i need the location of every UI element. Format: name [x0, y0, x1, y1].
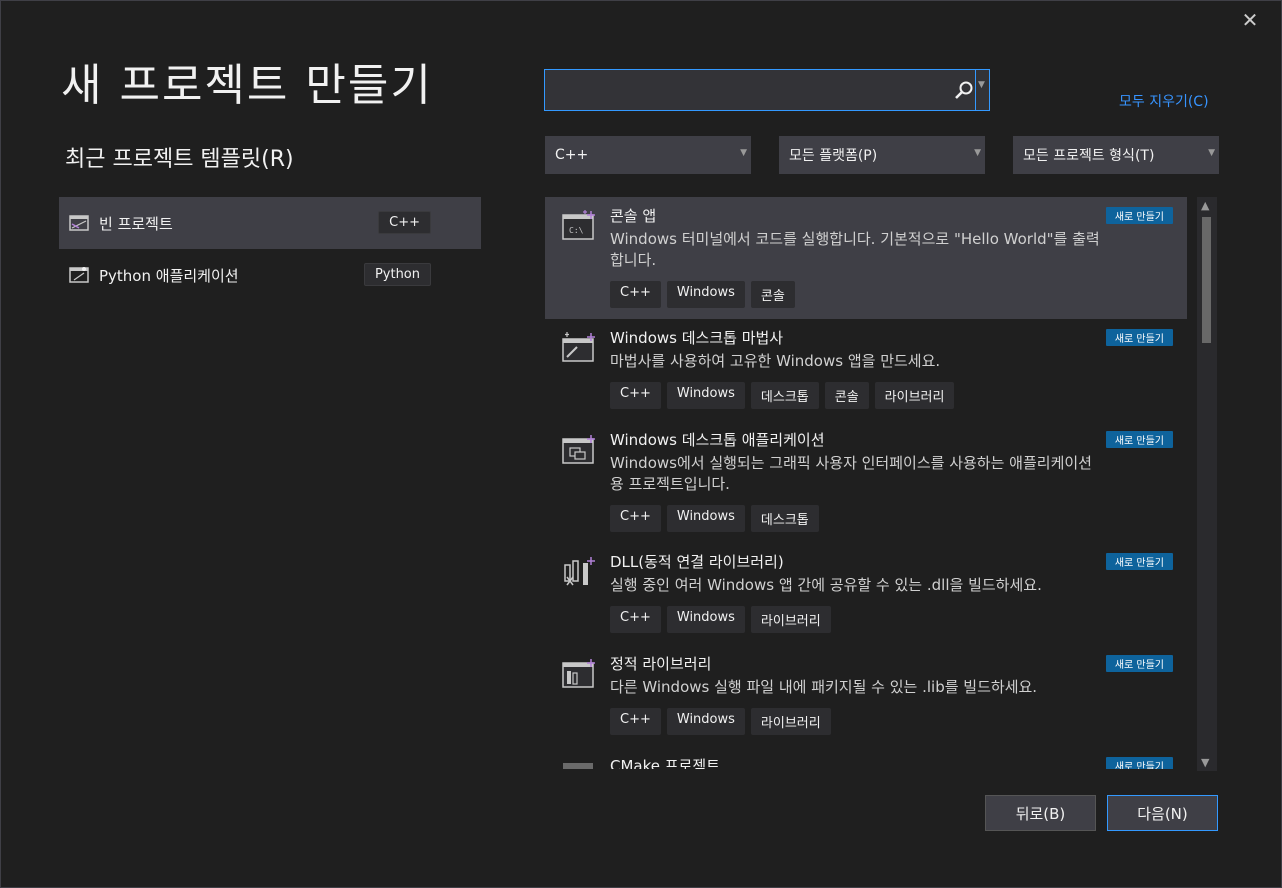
scroll-up-arrow-icon[interactable]: ▲	[1201, 199, 1209, 212]
template-tag: C++	[610, 606, 661, 633]
template-static-library[interactable]: 정적 라이브러리 다른 Windows 실행 파일 내에 패키지될 수 있는 .…	[545, 645, 1187, 747]
template-search: ▼	[544, 69, 990, 111]
template-name: 정적 라이브러리	[610, 655, 712, 673]
chevron-down-icon[interactable]: ▼	[978, 80, 988, 100]
template-description: 마법사를 사용하여 고유한 Windows 앱을 만드세요.	[610, 352, 941, 370]
template-list-scrollbar[interactable]: ▲ ▼	[1197, 197, 1217, 771]
template-tag: Windows	[666, 281, 745, 308]
project-type-filter-value: 모든 프로젝트 형식(T)	[1023, 148, 1155, 164]
recent-item-python-app[interactable]: Python 애플리케이션 Python	[59, 249, 481, 301]
language-filter[interactable]: C++ ▼	[545, 136, 751, 174]
template-list: C:\ 콘솔 앱 Windows 터미널에서 코드를 실행합니다. 기본적으로 …	[545, 197, 1187, 769]
recent-templates-heading: 최근 프로젝트 템플릿(R)	[65, 147, 294, 172]
template-tag: 데스크톱	[750, 382, 819, 409]
page-title: 새 프로젝트 만들기	[61, 60, 433, 111]
chevron-down-icon: ▼	[740, 148, 747, 158]
template-tag: Windows	[666, 606, 745, 633]
template-name: 콘솔 앱	[610, 207, 657, 225]
language-badge: Python	[363, 263, 431, 286]
template-tag: 콘솔	[750, 281, 795, 308]
cmake-project-icon	[563, 763, 593, 769]
recent-item-empty-project[interactable]: 빈 프로젝트 C++	[59, 197, 481, 249]
template-tag: 콘솔	[824, 382, 869, 409]
svg-text:C:\: C:\	[569, 226, 584, 235]
template-tags: C++ Windows 콘솔	[610, 281, 1187, 308]
back-button[interactable]: 뒤로(B)	[985, 795, 1096, 831]
console-app-icon: C:\	[562, 210, 595, 240]
new-badge: 새로 만들기	[1105, 553, 1173, 570]
template-tag: C++	[610, 505, 661, 532]
scroll-down-arrow-icon[interactable]: ▼	[1201, 756, 1209, 769]
template-description: Windows 터미널에서 코드를 실행합니다. 기본적으로 "Hello Wo…	[610, 230, 1100, 269]
python-app-icon	[69, 267, 89, 283]
template-tag: Windows	[666, 708, 745, 735]
template-dll[interactable]: DLL(동적 연결 라이브러리) 실행 중인 여러 Windows 앱 간에 공…	[545, 543, 1187, 645]
new-project-dialog: ✕ 새 프로젝트 만들기 최근 프로젝트 템플릿(R) 빈 프로젝트 C++ P…	[0, 0, 1282, 888]
close-icon: ✕	[1241, 8, 1259, 32]
chevron-down-icon: ▼	[974, 148, 981, 158]
scrollbar-thumb[interactable]	[1202, 217, 1211, 343]
new-badge: 새로 만들기	[1105, 655, 1173, 672]
template-name: CMake 프로젝트	[610, 757, 720, 769]
template-tag: 라이브러리	[750, 708, 831, 735]
project-type-filter[interactable]: 모든 프로젝트 형식(T) ▼	[1013, 136, 1219, 174]
template-tag: 라이브러리	[874, 382, 955, 409]
new-badge: 새로 만들기	[1105, 431, 1173, 448]
close-button[interactable]: ✕	[1237, 7, 1263, 33]
new-badge: 새로 만들기	[1105, 757, 1173, 769]
template-name: Windows 데스크톱 마법사	[610, 329, 784, 347]
language-filter-value: C++	[555, 147, 589, 163]
search-input[interactable]	[545, 70, 955, 110]
template-tag: C++	[610, 708, 661, 735]
new-badge: 새로 만들기	[1105, 207, 1173, 224]
template-description: 실행 중인 여러 Windows 앱 간에 공유할 수 있는 .dll을 빌드하…	[610, 576, 1042, 594]
next-button[interactable]: 다음(N)	[1107, 795, 1218, 831]
template-tag: C++	[610, 382, 661, 409]
platform-filter-value: 모든 플랫폼(P)	[789, 148, 878, 164]
new-badge: 새로 만들기	[1105, 329, 1173, 346]
template-name: DLL(동적 연결 라이브러리)	[610, 553, 784, 571]
template-console-app[interactable]: C:\ 콘솔 앱 Windows 터미널에서 코드를 실행합니다. 기본적으로 …	[545, 197, 1187, 319]
desktop-app-icon	[562, 435, 595, 464]
template-description: 다른 Windows 실행 파일 내에 패키지될 수 있는 .lib를 빌드하세…	[610, 678, 1038, 696]
clear-all-link[interactable]: 모두 지우기(C)	[1119, 91, 1209, 111]
template-tag: Windows	[666, 505, 745, 532]
chevron-down-icon: ▼	[1208, 148, 1215, 158]
template-tags: C++ Windows 데스크톱 콘솔 라이브러리	[610, 382, 1187, 409]
template-windows-desktop-app[interactable]: Windows 데스크톱 애플리케이션 Windows에서 실행되는 그래픽 사…	[545, 421, 1187, 543]
search-icon[interactable]	[953, 79, 975, 101]
template-tag: 라이브러리	[750, 606, 831, 633]
template-description: Windows에서 실행되는 그래픽 사용자 인터페이스를 사용하는 애플리케이…	[610, 454, 1092, 493]
template-windows-desktop-wizard[interactable]: Windows 데스크톱 마법사 마법사를 사용하여 고유한 Windows 앱…	[545, 319, 1187, 421]
static-library-icon	[562, 659, 595, 688]
template-cmake-project[interactable]: CMake 프로젝트 새로 만들기	[545, 747, 1187, 769]
template-tag: 데스크톱	[750, 505, 819, 532]
template-name: Windows 데스크톱 애플리케이션	[610, 431, 825, 449]
platform-filter[interactable]: 모든 플랫폼(P) ▼	[779, 136, 985, 174]
language-badge: C++	[378, 211, 431, 234]
template-tag: Windows	[666, 382, 745, 409]
recent-templates-list: 빈 프로젝트 C++ Python 애플리케이션 Python	[59, 197, 481, 301]
dll-library-icon	[564, 557, 595, 586]
empty-project-icon	[69, 215, 89, 231]
desktop-wizard-icon	[562, 332, 595, 362]
template-tags: C++ Windows 라이브러리	[610, 606, 1187, 633]
template-tag: C++	[610, 281, 661, 308]
template-tags: C++ Windows 라이브러리	[610, 708, 1187, 735]
template-tags: C++ Windows 데스크톱	[610, 505, 1187, 532]
search-divider	[975, 70, 976, 110]
